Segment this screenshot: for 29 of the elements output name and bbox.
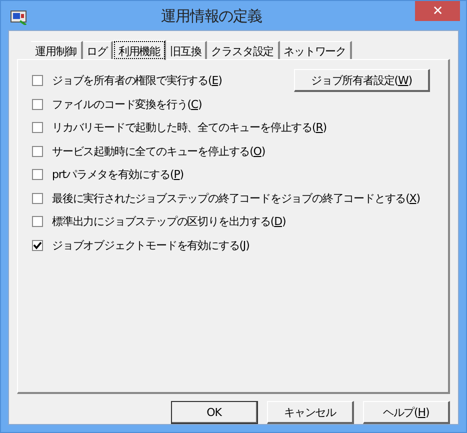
checkbox-label[interactable]: ジョブオブジェクトモードを有効にする(J) (52, 238, 250, 253)
checkbox[interactable] (32, 216, 43, 228)
checkbox[interactable] (32, 146, 43, 157)
checkbox-label[interactable]: prtパラメタを有効にする(P) (52, 167, 184, 182)
window-title: 運用情報の定義 (160, 6, 263, 26)
checkbox-label[interactable]: 最後に実行されたジョブステップの終了コードをジョブの終了コードとする(X) (52, 190, 420, 206)
tab[interactable]: 運用制御 (31, 41, 83, 59)
checkbox[interactable] (32, 75, 43, 86)
dialog-button[interactable]: キャンセル (267, 401, 354, 424)
tab[interactable]: 旧互換 (166, 41, 208, 59)
checkbox-label[interactable]: ジョブを所有者の権限で実行する(E) (52, 73, 222, 88)
tab[interactable]: ネットワーク (280, 41, 352, 59)
dialog-button[interactable]: ヘルプ(H) (363, 401, 450, 424)
close-button[interactable]: ✕ (415, 1, 460, 21)
checkbox[interactable] (32, 240, 43, 251)
job-owner-button[interactable]: ジョブ所有者設定(W) (294, 69, 430, 92)
tab[interactable]: ログ (82, 41, 114, 59)
checkbox[interactable] (32, 98, 43, 110)
checkbox-label[interactable]: 標準出力にジョブステップの区切りを出力する(D) (52, 214, 286, 230)
checkbox-label[interactable]: ファイルのコード変換を行う(C) (52, 96, 202, 112)
dialog-button[interactable]: OK (171, 401, 258, 424)
app-icon (10, 9, 28, 25)
tab[interactable]: クラスタ設定 (207, 41, 280, 59)
tab[interactable]: 利用機能 (113, 40, 166, 60)
checkbox-label[interactable]: サービス起動時に全てのキューを停止する(O) (52, 144, 266, 159)
checkbox[interactable] (32, 122, 43, 134)
checkbox[interactable] (32, 192, 43, 204)
checkbox[interactable] (32, 169, 43, 180)
checkbox-label[interactable]: リカバリモードで起動した時、全てのキューを停止する(R) (52, 120, 326, 136)
